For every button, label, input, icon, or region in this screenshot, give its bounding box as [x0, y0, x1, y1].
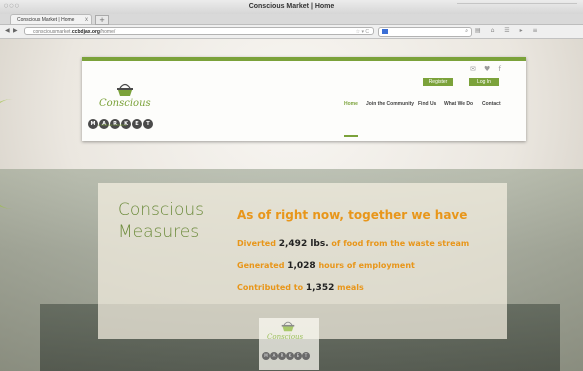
register-button[interactable]: Register: [423, 78, 453, 86]
address-bar[interactable]: consciousmarket.ccbdjax.org/home/ ☆ ▾ C: [24, 27, 374, 35]
measures-title-line1: Conscious: [118, 200, 205, 220]
url-prefix: consciousmarket.: [33, 29, 72, 35]
basket-icon: [281, 321, 295, 332]
stat-prefix: Contributed to: [237, 283, 306, 292]
forward-button[interactable]: ▶: [13, 27, 18, 34]
browser-toolbar: ◀ ▶ consciousmarket.ccbdjax.org/home/ ☆ …: [0, 25, 583, 39]
stat-prefix: Generated: [237, 261, 288, 270]
social-icons[interactable]: ✉ ♥ f: [470, 65, 504, 73]
footer-logo-wordmark: Conscious: [267, 333, 304, 341]
page-viewport: ✉ ♥ f Register Log In Conscious MARKET a…: [0, 39, 583, 371]
logo-wordmark: Conscious: [99, 98, 151, 109]
site-logo[interactable]: Conscious MARKET a CCB Jax initiative: [88, 83, 168, 139]
url-domain: ccbdjax.org: [71, 29, 100, 35]
new-tab-button[interactable]: +: [95, 15, 109, 25]
logo-letter: T: [143, 119, 153, 129]
decorative-arc: [0, 99, 46, 209]
window-titlebar: ○○○ Conscious Market | Home: [0, 0, 583, 15]
basket-icon: [117, 83, 133, 96]
stat-value: 1,028: [287, 261, 316, 271]
stat-suffix: of food from the waste stream: [328, 239, 470, 248]
stat-suffix: meals: [334, 283, 364, 292]
nav-active-indicator: [344, 135, 358, 137]
tab-conscious-market[interactable]: Conscious Market | Home x: [10, 14, 92, 24]
stat-suffix: hours of employment: [315, 261, 415, 270]
logo-letter: E: [132, 119, 142, 129]
stat-employment-hours: Generated 1,028 hours of employment: [237, 261, 415, 271]
measures-title-line2: Measures: [118, 222, 200, 242]
tab-close-icon[interactable]: x: [85, 15, 88, 25]
logo-letter: T: [302, 352, 310, 360]
nav-home[interactable]: Home: [344, 101, 358, 107]
logo-letter: R: [278, 352, 286, 360]
stat-prefix: Diverted: [237, 239, 279, 248]
tab-bar: Conscious Market | Home x +: [0, 14, 583, 25]
measures-title: Conscious Measures: [118, 199, 204, 243]
tab-label: Conscious Market | Home: [17, 17, 75, 23]
stat-food-diverted: Diverted 2,492 lbs. of food from the was…: [237, 239, 469, 249]
bookmark-reload-icons[interactable]: ☆ ▾ C: [356, 28, 369, 36]
search-input[interactable]: ⌕: [378, 27, 472, 37]
site-header: ✉ ♥ f Register Log In Conscious MARKET a…: [82, 57, 526, 141]
nav-join-community[interactable]: Join the Community: [366, 101, 414, 107]
search-icon[interactable]: ⌕: [465, 28, 468, 34]
login-button[interactable]: Log In: [469, 78, 499, 86]
logo-letter: K: [286, 352, 294, 360]
stat-value: 1,352: [305, 283, 335, 293]
header-accent-bar: [82, 57, 526, 61]
toolbar-icons[interactable]: ▤ ⌂ ☰ ▸ ≡: [475, 27, 542, 34]
footer-logo-letters: MARKET: [262, 342, 310, 361]
measures-panel: Conscious Measures As of right now, toge…: [98, 183, 507, 339]
google-icon: [382, 29, 388, 34]
nav-find-us[interactable]: Find Us: [418, 101, 436, 107]
footer-logo[interactable]: Conscious MARKET: [259, 318, 319, 370]
logo-letter: M: [88, 119, 98, 129]
nav-contact[interactable]: Contact: [482, 101, 501, 107]
logo-letter: A: [270, 352, 278, 360]
measures-headline: As of right now, together we have: [237, 208, 468, 222]
back-button[interactable]: ◀: [5, 27, 10, 34]
titlebar-divider: [457, 3, 577, 9]
logo-letter: M: [262, 352, 270, 360]
logo-letter: E: [294, 352, 302, 360]
url-path: /home/: [99, 29, 116, 35]
stat-value: 2,492 lbs.: [278, 239, 329, 249]
logo-tagline: a CCB Jax initiative: [98, 123, 127, 127]
nav-what-we-do[interactable]: What We Do: [444, 101, 473, 107]
stat-meals: Contributed to 1,352 meals: [237, 283, 364, 293]
